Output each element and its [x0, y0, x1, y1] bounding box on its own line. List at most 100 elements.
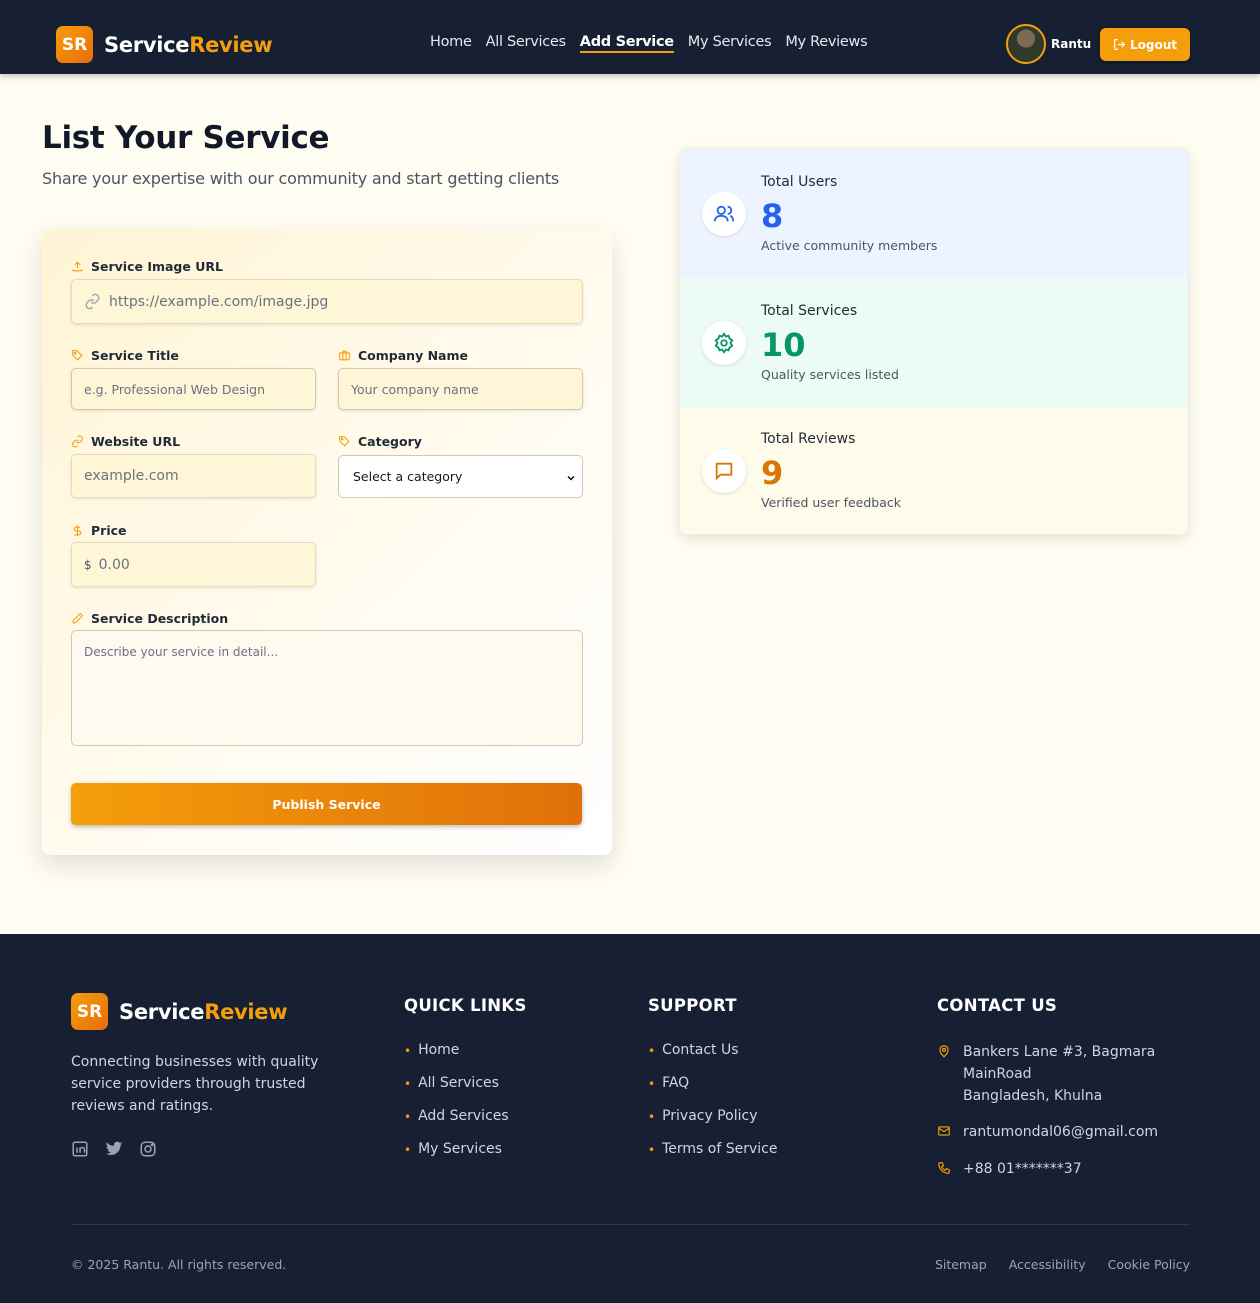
footer-logo[interactable]: SR ServiceReview — [71, 993, 288, 1030]
nav-link-all-services[interactable]: All Services — [486, 34, 566, 53]
logo-badge: SR — [71, 993, 108, 1030]
nav-link-add-service[interactable]: Add Service — [579, 34, 674, 53]
footer-link-accessibility[interactable]: Accessibility — [1009, 1257, 1086, 1272]
page-subtitle: Share your expertise with our community … — [42, 169, 560, 188]
link-icon — [72, 435, 83, 448]
service-title-input[interactable]: e.g. Professional Web Design — [71, 368, 316, 410]
image-url-input[interactable]: https://example.com/image.jpg — [71, 279, 583, 324]
chevron-down-icon — [567, 475, 575, 481]
nav-link-home[interactable]: Home — [430, 34, 472, 53]
pencil-icon — [72, 612, 84, 624]
brand-name-part2: Review — [204, 999, 288, 1024]
stat-label: Total Users — [761, 174, 838, 190]
tag-icon — [339, 436, 350, 447]
mail-icon — [938, 1126, 950, 1136]
linkedin-icon[interactable] — [71, 1140, 89, 1158]
map-pin-icon — [939, 1045, 949, 1058]
brand-name-part2: Review — [189, 32, 273, 57]
logout-button[interactable]: Logout — [1100, 28, 1190, 61]
tag-icon — [72, 350, 83, 361]
footer-bottom-links: Sitemap Accessibility Cookie Policy — [913, 1257, 1190, 1272]
description-label: Service Description — [71, 611, 228, 626]
footer-link-label: My Services — [418, 1141, 502, 1157]
logout-label: Logout — [1129, 37, 1177, 52]
avatar[interactable] — [1006, 24, 1046, 64]
email-text: rantumondal06@gmail.com — [963, 1124, 1159, 1140]
website-url-placeholder: example.com — [84, 468, 179, 484]
footer-link-faq[interactable]: • FAQ — [648, 1075, 777, 1108]
contact-address: Bankers Lane #3, Bagmara MainRoad Bangla… — [937, 1041, 1155, 1107]
footer-link-label: Contact Us — [662, 1042, 739, 1058]
footer-link-label: FAQ — [662, 1075, 690, 1091]
instagram-icon[interactable] — [139, 1140, 157, 1158]
chat-icon — [702, 449, 746, 493]
gear-icon — [702, 321, 746, 365]
user-menu[interactable]: Rantu — [1006, 24, 1091, 64]
page-title: List Your Service — [42, 120, 330, 156]
description-placeholder: Describe your service in detail... — [84, 645, 279, 659]
category-select[interactable]: Select a category — [338, 455, 583, 498]
footer-link-my-services[interactable]: • My Services — [404, 1141, 509, 1174]
stat-label: Total Services — [761, 303, 858, 319]
currency-symbol: $ — [84, 557, 92, 572]
quick-links-list: • Home • All Services • Add Services • My Se… — [404, 1042, 509, 1174]
twitter-icon[interactable] — [105, 1140, 123, 1158]
footer-link-label: All Services — [418, 1075, 499, 1091]
link-icon — [85, 293, 100, 310]
social-links — [71, 1140, 173, 1158]
nav-links: Home All Services Add Service My Service… — [430, 34, 881, 53]
nav-link-my-services[interactable]: My Services — [688, 34, 772, 53]
stat-desc: Verified user feedback — [761, 495, 902, 510]
contact-heading: CONTACT US — [937, 996, 1058, 1015]
price-placeholder: 0.00 — [98, 556, 130, 573]
stat-desc: Quality services listed — [761, 367, 899, 382]
top-navbar: SR ServiceReview Home All Services Add S… — [0, 0, 1260, 74]
website-url-input[interactable]: example.com — [71, 454, 316, 498]
price-label: Price — [71, 523, 127, 538]
company-name-label-text: Company Name — [358, 348, 468, 363]
service-title-label-text: Service Title — [91, 348, 179, 363]
description-label-text: Service Description — [91, 611, 229, 626]
footer-link-contact-us[interactable]: • Contact Us — [648, 1042, 777, 1075]
footer-link-add-services[interactable]: • Add Services — [404, 1108, 509, 1141]
price-label-text: Price — [91, 523, 127, 538]
stat-value: 9 — [761, 454, 784, 492]
footer-link-label: Privacy Policy — [662, 1108, 758, 1124]
stat-total-services: Total Services 10 Quality services liste… — [680, 278, 1188, 407]
address-line-2: MainRoad — [963, 1066, 1032, 1082]
company-name-input[interactable]: Your company name — [338, 368, 583, 410]
publish-service-button[interactable]: Publish Service — [71, 783, 582, 825]
copyright: © 2025 Rantu. All rights reserved. — [71, 1257, 287, 1272]
quick-links-heading: QUICK LINKS — [404, 996, 527, 1015]
footer-link-sitemap[interactable]: Sitemap — [935, 1257, 987, 1272]
stat-value: 8 — [761, 197, 784, 235]
website-url-label: Website URL — [71, 434, 180, 449]
footer-link-terms-of-service[interactable]: • Terms of Service — [648, 1141, 777, 1174]
contact-email[interactable]: rantumondal06@gmail.com — [937, 1121, 1158, 1143]
image-url-placeholder: https://example.com/image.jpg — [109, 293, 329, 310]
footer-link-cookie-policy[interactable]: Cookie Policy — [1108, 1257, 1190, 1272]
stat-total-users: Total Users 8 Active community members — [680, 149, 1188, 278]
price-input[interactable]: $ 0.00 — [71, 542, 316, 587]
dollar-icon — [73, 525, 82, 536]
footer-link-all-services[interactable]: • All Services — [404, 1075, 509, 1108]
footer-link-home[interactable]: • Home — [404, 1042, 509, 1075]
image-url-label: Service Image URL — [71, 259, 223, 274]
stat-label: Total Reviews — [761, 431, 856, 447]
add-service-form: Service Image URL https://example.com/im… — [42, 229, 612, 855]
website-url-label-text: Website URL — [91, 434, 181, 449]
phone-icon — [938, 1162, 950, 1174]
user-name: Rantu — [1051, 37, 1092, 51]
footer-link-privacy-policy[interactable]: • Privacy Policy — [648, 1108, 777, 1141]
footer-link-label: Terms of Service — [662, 1141, 778, 1157]
contact-phone[interactable]: +88 01*******37 — [937, 1158, 1082, 1180]
description-textarea[interactable]: Describe your service in detail... — [71, 630, 583, 746]
nav-link-my-reviews[interactable]: My Reviews — [785, 34, 867, 53]
brand-logo[interactable]: SR ServiceReview — [56, 26, 273, 63]
brand-name: ServiceReview — [119, 999, 288, 1024]
phone-text: +88 01*******37 — [963, 1161, 1082, 1177]
brand-name: ServiceReview — [104, 32, 273, 57]
category-label-text: Category — [358, 434, 422, 449]
footer-divider — [71, 1224, 1190, 1225]
category-label: Category — [338, 434, 422, 449]
